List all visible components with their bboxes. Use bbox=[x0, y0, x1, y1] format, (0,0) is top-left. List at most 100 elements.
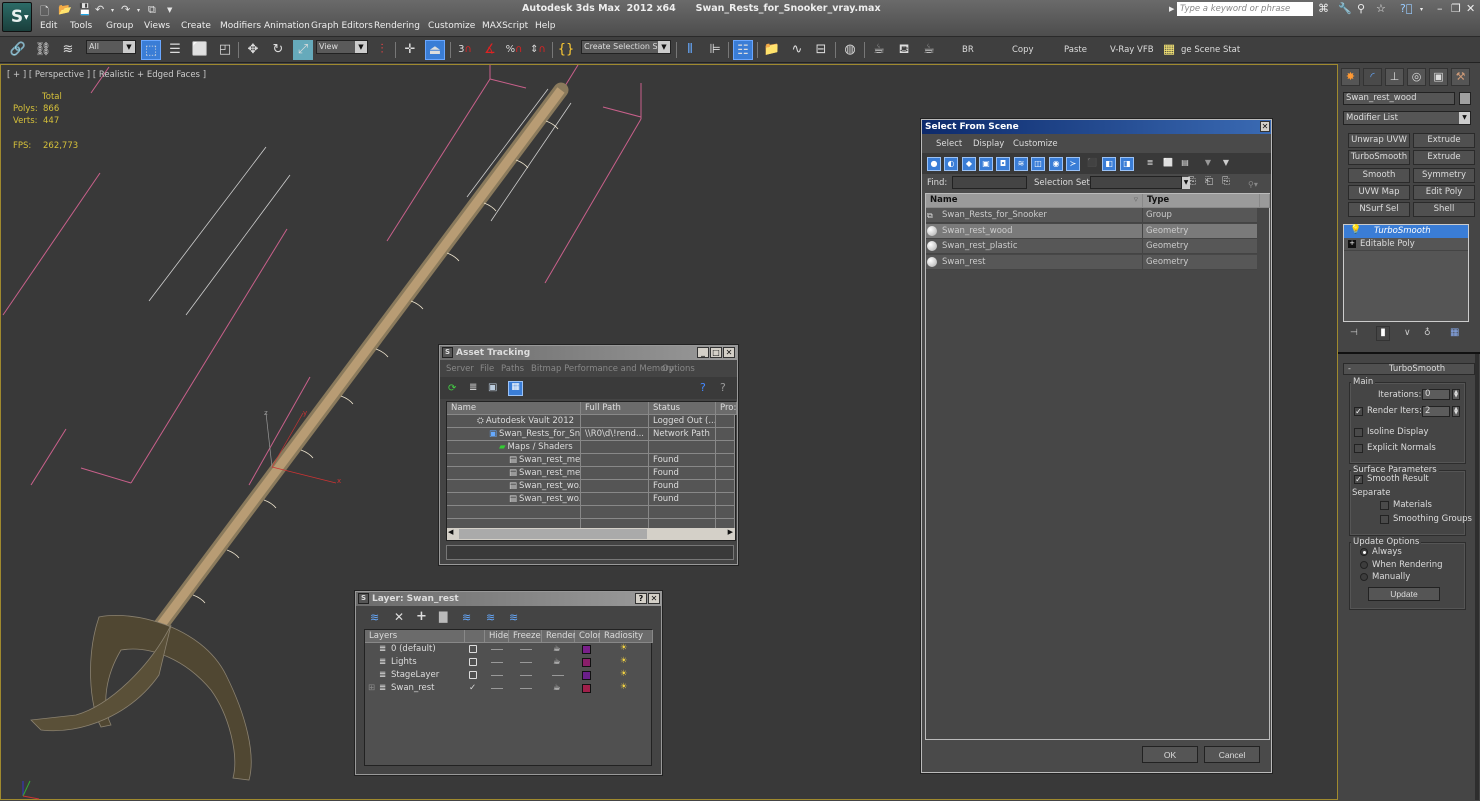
utilities-tab-icon[interactable]: ⚒ bbox=[1451, 68, 1470, 86]
radiosity-icon[interactable]: ☀ bbox=[620, 642, 628, 654]
named-selection-set-dropdown[interactable]: Create Selection Se ▼ bbox=[581, 40, 671, 54]
menu-rendering[interactable]: Rendering bbox=[374, 21, 420, 31]
render-iters-input[interactable]: 2 bbox=[1422, 406, 1450, 417]
show-end-result-icon[interactable]: ▮ bbox=[1376, 326, 1390, 341]
column-header-status[interactable]: Status bbox=[649, 402, 716, 415]
configure-modifier-sets-icon[interactable]: ▦ bbox=[1450, 327, 1459, 338]
select-from-scene-titlebar[interactable]: Select From Scene bbox=[922, 120, 1271, 134]
scroll-left-icon[interactable]: ◀ bbox=[448, 528, 453, 536]
align-icon[interactable]: ⊫ bbox=[705, 40, 725, 60]
paste-button[interactable]: Paste bbox=[1064, 45, 1087, 55]
display-geometry-icon[interactable]: ● bbox=[927, 157, 941, 171]
modifier-button-nsurf-sel[interactable]: NSurf Sel bbox=[1348, 202, 1410, 218]
list-view-icon[interactable]: ≣ bbox=[469, 382, 477, 393]
select-and-move-icon[interactable]: ✥ bbox=[243, 40, 263, 60]
set-current-layer-box[interactable] bbox=[469, 645, 477, 653]
asset-tracking-titlebar[interactable]: S Asset Tracking bbox=[440, 346, 737, 360]
menu-help[interactable]: Help bbox=[535, 21, 556, 31]
advanced-filter-icon[interactable]: ▼ bbox=[1219, 157, 1233, 171]
select-objects-in-layer-icon[interactable]: ▇ bbox=[439, 610, 447, 623]
light-bulb-icon[interactable]: 💡 bbox=[1350, 225, 1361, 235]
filter-icon[interactable]: ▼ bbox=[1201, 157, 1215, 171]
hide-toggle[interactable] bbox=[491, 662, 503, 663]
cancel-button[interactable]: Cancel bbox=[1204, 746, 1260, 763]
menu-display[interactable]: Display bbox=[973, 139, 1004, 149]
table-row[interactable]: ⛭ Autodesk Vault 2012 Logged Out (... bbox=[447, 415, 735, 428]
modifier-button-smooth[interactable]: Smooth bbox=[1348, 167, 1410, 183]
column-header-current[interactable] bbox=[465, 630, 485, 643]
table-row[interactable]: ▤Swan_rest_me... Found bbox=[447, 467, 735, 480]
select-invert-icon[interactable]: ▤ bbox=[1178, 157, 1192, 171]
freeze-toggle[interactable] bbox=[520, 675, 532, 676]
menu-views[interactable]: Views bbox=[144, 21, 170, 31]
save-file-icon[interactable]: 💾 bbox=[78, 3, 92, 16]
menu-group[interactable]: Group bbox=[106, 21, 133, 31]
search-input[interactable]: Type a keyword or phrase bbox=[1177, 2, 1313, 16]
layer-row[interactable]: ⊞ ≣ Swan_rest ✓ ☕ ☀ bbox=[365, 682, 653, 695]
scene-explorer-icon[interactable]: 📁 bbox=[762, 40, 782, 60]
modifier-button-unwrap-uvw[interactable]: Unwrap UVW bbox=[1348, 133, 1410, 148]
menu-maxscript[interactable]: MAXScript bbox=[482, 21, 528, 31]
column-header-render[interactable]: Render bbox=[542, 630, 576, 643]
table-row[interactable]: ▤ Swan_rest_wo... Found bbox=[447, 480, 735, 493]
display-hidden-icon[interactable]: ◨ bbox=[1120, 157, 1134, 171]
selection-filter-dropdown[interactable]: All ▼ bbox=[86, 40, 136, 54]
wrench-icon[interactable]: 🔧 bbox=[1338, 2, 1352, 15]
set-current-layer-box[interactable] bbox=[469, 671, 477, 679]
column-header-name[interactable]: Name bbox=[447, 402, 581, 415]
reference-coordinate-dropdown[interactable]: View ▼ bbox=[316, 40, 368, 54]
layer-row[interactable]: ≣ 0 (default) ☕ ☀ bbox=[365, 643, 653, 656]
modifier-list-dropdown[interactable]: Modifier List ▼ bbox=[1343, 111, 1471, 125]
undo-icon[interactable]: ↶ bbox=[95, 3, 104, 16]
render-teapot-icon[interactable]: ☕ bbox=[553, 682, 561, 694]
curve-editor-icon[interactable]: ∿ bbox=[787, 40, 807, 60]
create-selection-set-icon[interactable]: ⎘ bbox=[1188, 176, 1196, 187]
vray-vfb-button[interactable]: V-Ray VFB bbox=[1110, 45, 1154, 55]
select-and-rotate-icon[interactable]: ↻ bbox=[268, 40, 288, 60]
br-button[interactable]: BR bbox=[962, 45, 974, 55]
hide-toggle[interactable] bbox=[491, 688, 503, 689]
render-iters-checkbox[interactable]: ✓ bbox=[1354, 407, 1363, 416]
display-helpers-icon[interactable]: ◘ bbox=[996, 157, 1010, 171]
find-input[interactable] bbox=[952, 176, 1027, 189]
column-header-name[interactable]: Name ▿ bbox=[926, 194, 1143, 208]
freeze-unfreeze-all-icon[interactable]: ≋ bbox=[509, 611, 518, 624]
display-tab-icon[interactable]: ▣ bbox=[1429, 68, 1448, 86]
close-button[interactable]: ✕ bbox=[723, 347, 735, 358]
expand-icon[interactable]: ⊞ bbox=[368, 682, 375, 694]
remove-selection-set-icon[interactable]: ⎗ bbox=[1205, 176, 1213, 187]
motion-tab-icon[interactable]: ◎ bbox=[1407, 68, 1426, 86]
quick-access-dropdown-icon[interactable]: ▼ bbox=[167, 6, 172, 14]
object-name-input[interactable]: Swan_rest_wood bbox=[1343, 92, 1455, 105]
hide-toggle[interactable] bbox=[491, 649, 503, 650]
update-always-radio[interactable] bbox=[1360, 548, 1368, 556]
menu-edit[interactable]: Edit bbox=[40, 21, 57, 31]
angle-snap-icon[interactable]: ∡ bbox=[480, 40, 500, 60]
scene-object-row[interactable]: Swan_rest_wood Geometry bbox=[926, 223, 1257, 239]
hide-toggle[interactable] bbox=[491, 675, 503, 676]
modifier-button-edit-poly[interactable]: Edit Poly bbox=[1413, 184, 1475, 200]
stack-item-turbosmooth[interactable]: 💡 TurboSmooth bbox=[1344, 225, 1468, 238]
display-lights-icon[interactable]: ◆ bbox=[962, 157, 976, 171]
minimize-button[interactable]: _ bbox=[697, 347, 709, 358]
viewport-label[interactable]: [ + ] [ Perspective ] [ Realistic + Edge… bbox=[7, 70, 206, 80]
menu-graph-editors[interactable]: Graph Editors bbox=[311, 21, 373, 31]
create-tab-icon[interactable]: ✸ bbox=[1341, 68, 1360, 86]
selection-set-dropdown[interactable]: ▼ bbox=[1090, 176, 1190, 189]
undo-dropdown-icon[interactable]: ▾ bbox=[111, 7, 114, 14]
minimize-icon[interactable]: – bbox=[1437, 2, 1443, 15]
redo-dropdown-icon[interactable]: ▾ bbox=[137, 7, 140, 14]
layer-name[interactable]: StageLayer bbox=[391, 669, 439, 681]
iterations-input[interactable]: 0 bbox=[1422, 389, 1450, 400]
iterations-spinner[interactable]: ▲ ▼ bbox=[1452, 389, 1460, 400]
menu-tools[interactable]: Tools bbox=[70, 21, 92, 31]
menu-create[interactable]: Create bbox=[181, 21, 211, 31]
render-production-icon[interactable]: ☕ bbox=[919, 40, 939, 60]
mirror-icon[interactable]: ⫴ bbox=[680, 40, 700, 60]
select-manipulate-icon[interactable]: ✛ bbox=[400, 40, 420, 60]
thumbnail-view-icon[interactable]: ▣ bbox=[488, 382, 497, 393]
snaps-toggle-icon[interactable]: 3∩ bbox=[455, 40, 475, 60]
help-icon[interactable]: ?⃝ bbox=[1400, 2, 1412, 15]
project-folder-icon[interactable]: ⧉ bbox=[148, 3, 156, 17]
material-editor-icon[interactable]: ◍ bbox=[840, 40, 860, 60]
